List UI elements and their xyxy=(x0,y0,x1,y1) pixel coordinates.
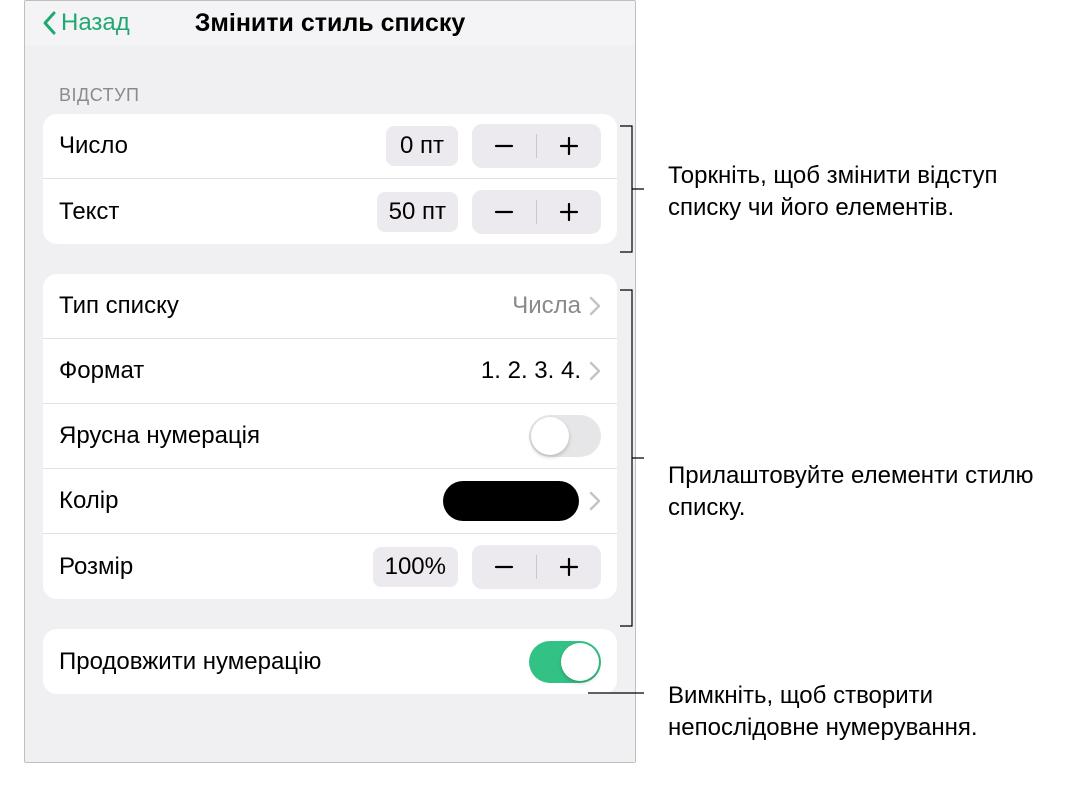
indent-text-increment[interactable] xyxy=(537,190,601,234)
indent-text-stepper xyxy=(472,190,601,234)
minus-icon xyxy=(493,201,515,223)
callout-indent: Торкніть, щоб змінити відступ списку чи … xyxy=(668,160,1048,225)
back-button[interactable]: Назад xyxy=(41,9,130,37)
panel-body: ВІДСТУП Число 0 пт Текст 50 пт xyxy=(25,45,635,762)
tiered-numbering-label: Ярусна нумерація xyxy=(59,422,529,450)
list-type-label: Тип списку xyxy=(59,292,512,320)
indent-number-decrement[interactable] xyxy=(472,124,536,168)
minus-icon xyxy=(493,556,515,578)
indent-text-decrement[interactable] xyxy=(472,190,536,234)
indent-number-label: Число xyxy=(59,132,386,160)
size-value[interactable]: 100% xyxy=(373,547,458,587)
back-label: Назад xyxy=(61,9,130,37)
minus-icon xyxy=(493,135,515,157)
color-label: Колір xyxy=(59,487,443,515)
page-title: Змінити стиль списку xyxy=(195,9,466,38)
format-row[interactable]: Формат 1. 2. 3. 4. xyxy=(43,339,617,404)
indent-text-value[interactable]: 50 пт xyxy=(377,192,458,232)
chevron-right-icon xyxy=(589,361,601,381)
plus-icon xyxy=(558,556,580,578)
plus-icon xyxy=(558,201,580,223)
indent-group: Число 0 пт Текст 50 пт xyxy=(43,114,617,244)
list-type-row[interactable]: Тип списку Числа xyxy=(43,274,617,339)
chevron-right-icon xyxy=(589,491,601,511)
panel-header: Назад Змінити стиль списку xyxy=(25,1,635,45)
style-group: Тип списку Числа Формат 1. 2. 3. 4. Ярус… xyxy=(43,274,617,599)
indent-text-row: Текст 50 пт xyxy=(43,179,617,244)
indent-number-increment[interactable] xyxy=(537,124,601,168)
size-row: Розмір 100% xyxy=(43,534,617,599)
callouts-layer: Торкніть, щоб змінити відступ списку чи … xyxy=(638,0,1068,785)
list-style-panel: Назад Змінити стиль списку ВІДСТУП Число… xyxy=(24,0,636,763)
color-row[interactable]: Колір xyxy=(43,469,617,534)
continue-group: Продовжити нумерацію xyxy=(43,629,617,694)
indent-text-label: Текст xyxy=(59,198,377,226)
size-label: Розмір xyxy=(59,553,373,581)
tiered-numbering-toggle[interactable] xyxy=(529,415,601,457)
list-type-value: Числа xyxy=(512,292,581,320)
continue-numbering-row: Продовжити нумерацію xyxy=(43,629,617,694)
callout-style: Прилаштовуйте елементи стилю списку. xyxy=(668,460,1048,525)
indent-number-stepper xyxy=(472,124,601,168)
callout-bracket-indent xyxy=(620,124,644,254)
plus-icon xyxy=(558,135,580,157)
color-swatch xyxy=(443,481,579,521)
toggle-knob xyxy=(561,643,599,681)
callout-line-continue xyxy=(588,692,644,694)
size-stepper xyxy=(472,545,601,589)
continue-numbering-label: Продовжити нумерацію xyxy=(59,648,529,676)
toggle-knob xyxy=(531,417,569,455)
continue-numbering-toggle[interactable] xyxy=(529,641,601,683)
chevron-right-icon xyxy=(589,296,601,316)
callout-continue: Вимкніть, щоб створити непослідовне нуме… xyxy=(668,680,1068,745)
indent-section-header: ВІДСТУП xyxy=(25,45,635,114)
indent-number-value[interactable]: 0 пт xyxy=(386,126,458,166)
size-increment[interactable] xyxy=(537,545,601,589)
format-value: 1. 2. 3. 4. xyxy=(481,357,581,385)
tiered-numbering-row: Ярусна нумерація xyxy=(43,404,617,469)
format-label: Формат xyxy=(59,357,481,385)
size-decrement[interactable] xyxy=(472,545,536,589)
indent-number-row: Число 0 пт xyxy=(43,114,617,179)
chevron-left-icon xyxy=(41,10,59,36)
callout-bracket-style xyxy=(620,288,644,628)
